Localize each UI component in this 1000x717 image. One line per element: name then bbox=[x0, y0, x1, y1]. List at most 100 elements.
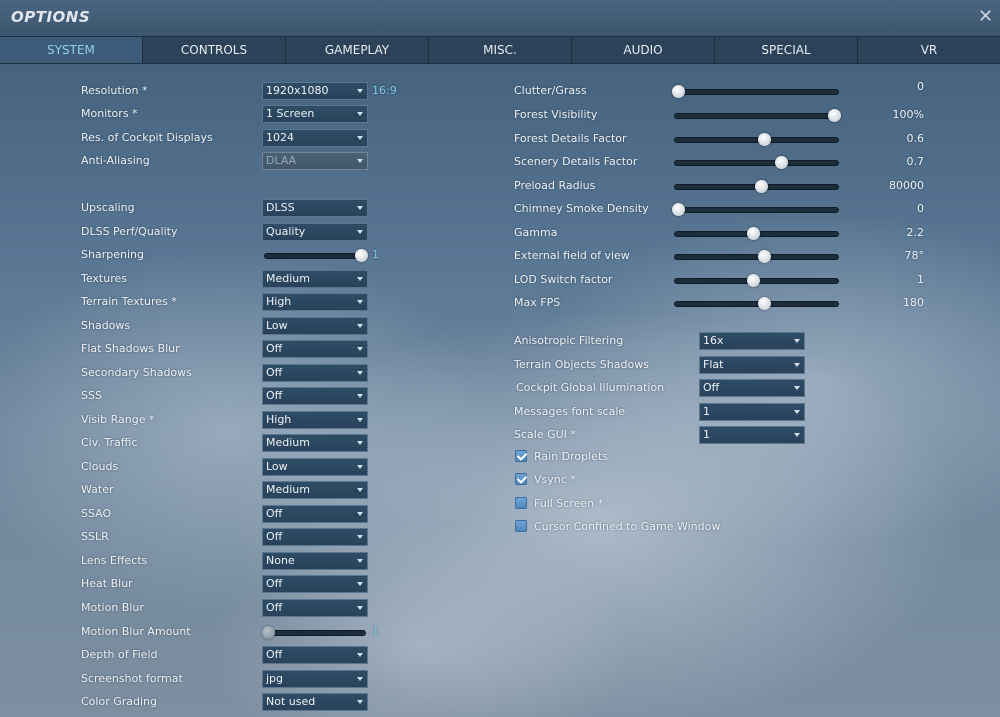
cockpit-res-dropdown[interactable]: 1024 bbox=[262, 129, 368, 147]
messages-font-scale-dropdown[interactable]: 1 bbox=[699, 403, 805, 421]
checkbox-label: Full Screen * bbox=[534, 497, 604, 510]
setting-label: Visib Range * bbox=[81, 413, 155, 426]
setting-full-screen[interactable]: Full Screen * bbox=[500, 495, 930, 513]
chevron-down-icon bbox=[357, 136, 363, 140]
forest-details-slider[interactable] bbox=[674, 133, 839, 146]
slider-knob[interactable] bbox=[746, 227, 760, 240]
window-title: OPTIONS bbox=[11, 8, 91, 26]
color-grading-dropdown[interactable]: Not used bbox=[262, 693, 368, 711]
cockpit-gi-dropdown[interactable]: Off bbox=[699, 379, 805, 397]
setting-rain-droplets[interactable]: Rain Droplets bbox=[500, 448, 930, 466]
tab-vr[interactable]: VR bbox=[858, 37, 1000, 63]
checkbox-label: Cursor Confined to Game Window bbox=[534, 520, 721, 533]
clutter-grass-slider[interactable] bbox=[672, 85, 839, 98]
depth-of-field-dropdown[interactable]: Off bbox=[262, 646, 368, 664]
setting-vsync[interactable]: Vsync * bbox=[500, 471, 930, 489]
forest-visibility-slider[interactable] bbox=[674, 109, 841, 122]
lod-switch-slider[interactable] bbox=[674, 274, 839, 287]
tab-gameplay[interactable]: GAMEPLAY bbox=[286, 37, 429, 63]
close-icon[interactable]: ✕ bbox=[978, 6, 993, 27]
setting-label: Forest Details Factor bbox=[514, 132, 627, 145]
setting-depth-of-field: Depth of Field Off bbox=[0, 646, 500, 664]
cursor-confined-checkbox[interactable] bbox=[515, 520, 527, 532]
setting-max-fps: Max FPS 180 bbox=[500, 294, 930, 312]
setting-label: Clutter/Grass bbox=[514, 84, 587, 97]
heat-blur-dropdown[interactable]: Off bbox=[262, 575, 368, 593]
setting-cursor-confined[interactable]: Cursor Confined to Game Window bbox=[500, 518, 930, 536]
monitors-dropdown[interactable]: 1 Screen bbox=[262, 105, 368, 123]
slider-knob[interactable] bbox=[754, 180, 768, 193]
slider-value: 1 bbox=[372, 625, 379, 638]
shadows-dropdown[interactable]: Low bbox=[262, 317, 368, 335]
setting-label: Clouds bbox=[81, 460, 119, 473]
setting-resolution: Resolution * 1920x1080 16:9 bbox=[0, 82, 500, 100]
chevron-down-icon bbox=[357, 418, 363, 422]
full-screen-checkbox[interactable] bbox=[515, 497, 527, 509]
motion-blur-dropdown[interactable]: Off bbox=[262, 599, 368, 617]
setting-shadows: Shadows Low bbox=[0, 317, 500, 335]
slider-knob[interactable] bbox=[828, 109, 841, 122]
setting-label: Anisotropic Filtering bbox=[514, 334, 624, 347]
tab-audio[interactable]: AUDIO bbox=[572, 37, 715, 63]
textures-dropdown[interactable]: Medium bbox=[262, 270, 368, 288]
visib-range-dropdown[interactable]: High bbox=[262, 411, 368, 429]
resolution-dropdown[interactable]: 1920x1080 bbox=[262, 82, 368, 100]
gamma-slider[interactable] bbox=[674, 227, 839, 240]
slider-knob[interactable] bbox=[757, 250, 771, 263]
dlss-quality-dropdown[interactable]: Quality bbox=[262, 223, 368, 241]
slider-knob[interactable] bbox=[774, 156, 788, 169]
setting-label: Heat Blur bbox=[81, 577, 133, 590]
external-fov-slider[interactable] bbox=[674, 250, 839, 263]
motion-blur-amount-slider[interactable] bbox=[262, 626, 366, 639]
slider-knob[interactable] bbox=[757, 297, 771, 310]
setting-sss: SSS Off bbox=[0, 387, 500, 405]
slider-knob[interactable] bbox=[355, 249, 368, 262]
scenery-details-slider[interactable] bbox=[674, 156, 839, 169]
slider-value: 0 bbox=[917, 202, 924, 215]
dropdown-value: Off bbox=[266, 366, 283, 379]
terrain-textures-dropdown[interactable]: High bbox=[262, 293, 368, 311]
civ-traffic-dropdown[interactable]: Medium bbox=[262, 434, 368, 452]
setting-label: Resolution * bbox=[81, 84, 148, 97]
slider-knob[interactable] bbox=[757, 133, 771, 146]
vsync-checkbox[interactable] bbox=[515, 473, 528, 485]
upscaling-dropdown[interactable]: DLSS bbox=[262, 199, 368, 217]
preload-radius-slider[interactable] bbox=[674, 180, 839, 193]
tab-system[interactable]: SYSTEM bbox=[0, 37, 143, 63]
flat-shadows-blur-dropdown[interactable]: Off bbox=[262, 340, 368, 358]
setting-label: Screenshot format bbox=[81, 672, 183, 685]
chevron-down-icon bbox=[357, 606, 363, 610]
chimney-smoke-slider[interactable] bbox=[672, 203, 839, 216]
sss-dropdown[interactable]: Off bbox=[262, 387, 368, 405]
lens-effects-dropdown[interactable]: None bbox=[262, 552, 368, 570]
setting-label: Monitors * bbox=[81, 107, 138, 120]
slider-value: 100% bbox=[892, 108, 924, 121]
tab-misc[interactable]: MISC. bbox=[429, 37, 572, 63]
clouds-dropdown[interactable]: Low bbox=[262, 458, 368, 476]
max-fps-slider[interactable] bbox=[674, 297, 839, 310]
anisotropic-dropdown[interactable]: 16x bbox=[699, 332, 805, 350]
setting-forest-visibility: Forest Visibility 100% bbox=[500, 106, 930, 124]
screenshot-format-dropdown[interactable]: jpg bbox=[262, 670, 368, 688]
scale-gui-dropdown[interactable]: 1 bbox=[699, 426, 805, 444]
chevron-down-icon bbox=[357, 112, 363, 116]
rain-droplets-checkbox[interactable] bbox=[515, 450, 528, 462]
setting-sslr: SSLR Off bbox=[0, 528, 500, 546]
setting-external-fov: External field of view 78° bbox=[500, 247, 930, 265]
slider-knob[interactable] bbox=[262, 626, 275, 639]
setting-label: DLSS Perf/Quality bbox=[81, 225, 178, 238]
water-dropdown[interactable]: Medium bbox=[262, 481, 368, 499]
slider-knob[interactable] bbox=[672, 203, 685, 216]
setting-label: Sharpening bbox=[81, 248, 144, 261]
terrain-objects-shadows-dropdown[interactable]: Flat bbox=[699, 356, 805, 374]
tab-special[interactable]: SPECIAL bbox=[715, 37, 858, 63]
dropdown-value: Medium bbox=[266, 272, 310, 285]
ssao-dropdown[interactable]: Off bbox=[262, 505, 368, 523]
secondary-shadows-dropdown[interactable]: Off bbox=[262, 364, 368, 382]
sharpening-slider[interactable] bbox=[264, 249, 368, 262]
dropdown-value: Flat bbox=[703, 358, 724, 371]
sslr-dropdown[interactable]: Off bbox=[262, 528, 368, 546]
tab-controls[interactable]: CONTROLS bbox=[143, 37, 286, 63]
slider-knob[interactable] bbox=[672, 85, 685, 98]
slider-knob[interactable] bbox=[746, 274, 760, 287]
